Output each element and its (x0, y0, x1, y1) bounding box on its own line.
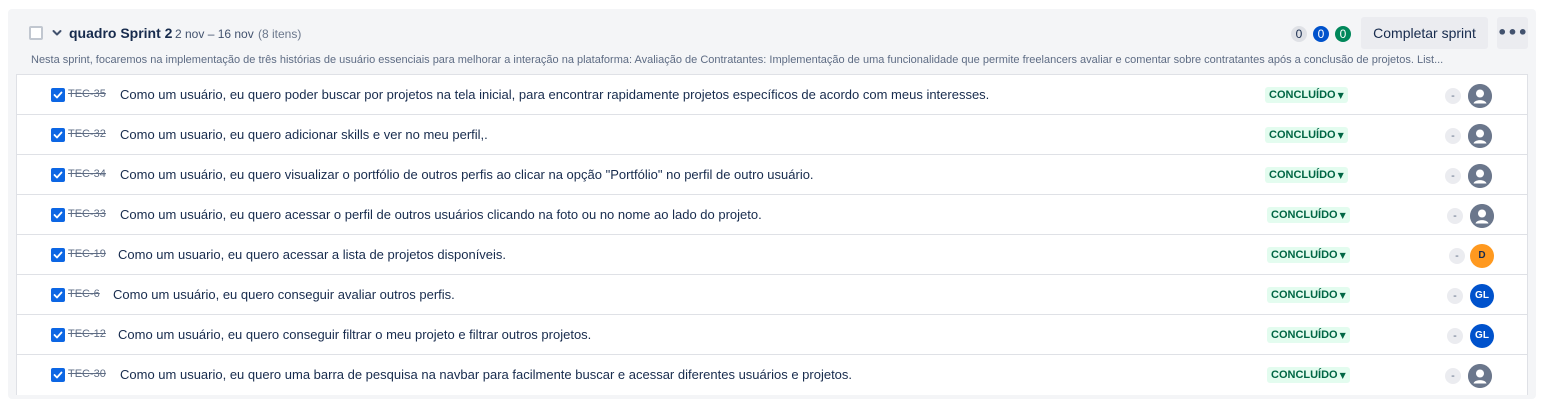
checkbox-checked-icon[interactable] (51, 288, 65, 302)
issue-row[interactable]: TEC-19 Como um usuario, eu quero acessar … (17, 235, 1527, 275)
issue-key[interactable]: TEC-32 (68, 128, 106, 140)
issue-row[interactable]: TEC-32 Como um usuario, eu quero adiciona… (17, 115, 1527, 155)
status-dropdown[interactable]: CONCLUÍDO ▼ (1267, 367, 1350, 383)
checkbox-checked-icon[interactable] (51, 128, 65, 142)
chevron-down-icon: ▼ (1339, 331, 1346, 340)
chevron-down-icon: ▼ (1339, 291, 1346, 300)
status-dropdown[interactable]: CONCLUÍDO ▼ (1267, 247, 1350, 263)
sprint-dates: 2 nov – 16 nov (175, 27, 254, 41)
person-icon[interactable] (1470, 204, 1494, 228)
status-dropdown[interactable]: CONCLUÍDO ▼ (1265, 87, 1348, 103)
estimate-badge[interactable]: - (1445, 168, 1461, 184)
estimate-badge[interactable]: - (1447, 328, 1463, 344)
chevron-down-icon: ▼ (1339, 211, 1346, 220)
issue-key[interactable]: TEC-34 (68, 168, 106, 180)
issue-row[interactable]: TEC-12 Como um usuário, eu quero consegui… (17, 315, 1527, 355)
issue-summary[interactable]: Como um usuário, eu quero acessar o perf… (120, 207, 762, 222)
status-label: CONCLUÍDO (1269, 89, 1336, 101)
issue-summary[interactable]: Como um usuário, eu quero poder buscar p… (120, 87, 989, 102)
issue-row[interactable]: TEC-35 Como um usuário, eu quero poder bu… (17, 75, 1527, 115)
issue-key[interactable]: TEC-30 (68, 368, 106, 380)
issue-key[interactable]: TEC-6 (68, 288, 100, 300)
chevron-down-icon: ▼ (1339, 251, 1346, 260)
sprint-checkbox[interactable] (29, 26, 43, 40)
issue-summary[interactable]: Como um usuário, eu quero conseguir aval… (113, 287, 455, 302)
assignee-avatar[interactable]: D (1470, 244, 1494, 268)
status-label: CONCLUÍDO (1269, 129, 1336, 141)
issue-summary[interactable]: Como um usuário, eu quero visualizar o p… (120, 167, 814, 182)
status-label: CONCLUÍDO (1271, 209, 1338, 221)
sprint-container: quadro Sprint 2 2 nov – 16 nov (8 itens)… (8, 9, 1536, 399)
issue-row[interactable]: TEC-33 Como um usuário, eu quero acessar … (17, 195, 1527, 235)
assignee-avatar[interactable]: GL (1470, 284, 1494, 308)
more-actions-button[interactable]: ••• (1497, 17, 1528, 49)
done-count-badge: 0 (1335, 26, 1351, 42)
checkbox-checked-icon[interactable] (51, 248, 65, 262)
issue-key[interactable]: TEC-12 (68, 328, 106, 340)
complete-sprint-button[interactable]: Completar sprint (1361, 17, 1488, 49)
sprint-issue-count: (8 itens) (258, 27, 302, 41)
chevron-down-icon: ▼ (1337, 131, 1344, 140)
person-icon[interactable] (1468, 84, 1492, 108)
issue-list: TEC-35 Como um usuário, eu quero poder bu… (16, 74, 1528, 395)
sprint-description: Nesta sprint, focaremos na implementação… (31, 54, 1444, 66)
status-dropdown[interactable]: CONCLUÍDO ▼ (1265, 167, 1348, 183)
status-label: CONCLUÍDO (1271, 249, 1338, 261)
assignee-avatar[interactable]: GL (1470, 324, 1494, 348)
person-icon[interactable] (1468, 124, 1492, 148)
issue-summary[interactable]: Como um usuario, eu quero adicionar skil… (120, 127, 488, 142)
sprint-title: quadro Sprint 2 (69, 25, 173, 41)
checkbox-checked-icon[interactable] (51, 368, 65, 382)
person-icon[interactable] (1468, 164, 1492, 188)
sprint-header: quadro Sprint 2 2 nov – 16 nov (8 itens)… (8, 9, 1536, 59)
chevron-down-icon: ▼ (1337, 91, 1344, 100)
status-label: CONCLUÍDO (1271, 329, 1338, 341)
status-dropdown[interactable]: CONCLUÍDO ▼ (1267, 327, 1350, 343)
person-icon[interactable] (1468, 364, 1492, 388)
issue-key[interactable]: TEC-35 (68, 88, 106, 100)
issue-key[interactable]: TEC-33 (68, 208, 106, 220)
issue-summary[interactable]: Como um usuario, eu quero acessar a list… (118, 247, 506, 262)
status-label: CONCLUÍDO (1271, 369, 1338, 381)
estimate-badge[interactable]: - (1449, 248, 1465, 264)
status-label: CONCLUÍDO (1269, 169, 1336, 181)
chevron-down-icon: ▼ (1337, 171, 1344, 180)
in-progress-count-badge: 0 (1313, 26, 1329, 42)
todo-count-badge: 0 (1291, 26, 1307, 42)
issue-summary[interactable]: Como um usuário, eu quero conseguir filt… (118, 327, 591, 342)
status-dropdown[interactable]: CONCLUÍDO ▼ (1265, 127, 1348, 143)
estimate-badge[interactable]: - (1447, 288, 1463, 304)
status-dropdown[interactable]: CONCLUÍDO ▼ (1267, 287, 1350, 303)
chevron-down-icon[interactable] (51, 26, 63, 38)
estimate-badge[interactable]: - (1445, 88, 1461, 104)
status-dropdown[interactable]: CONCLUÍDO ▼ (1267, 207, 1350, 223)
issue-row[interactable]: TEC-6 Como um usuário, eu quero conseguir… (17, 275, 1527, 315)
checkbox-checked-icon[interactable] (51, 168, 65, 182)
issue-row[interactable]: TEC-34 Como um usuário, eu quero visualiz… (17, 155, 1527, 195)
status-label: CONCLUÍDO (1271, 289, 1338, 301)
issue-row[interactable]: TEC-30 Como um usuario, eu quero uma barr… (17, 355, 1527, 395)
chevron-down-icon: ▼ (1339, 371, 1346, 380)
estimate-badge[interactable]: - (1447, 208, 1463, 224)
checkbox-checked-icon[interactable] (51, 328, 65, 342)
checkbox-checked-icon[interactable] (51, 208, 65, 222)
estimate-badge[interactable]: - (1445, 128, 1461, 144)
issue-summary[interactable]: Como um usuario, eu quero uma barra de p… (120, 367, 852, 382)
estimate-badge[interactable]: - (1445, 368, 1461, 384)
issue-key[interactable]: TEC-19 (68, 248, 106, 260)
checkbox-checked-icon[interactable] (51, 88, 65, 102)
